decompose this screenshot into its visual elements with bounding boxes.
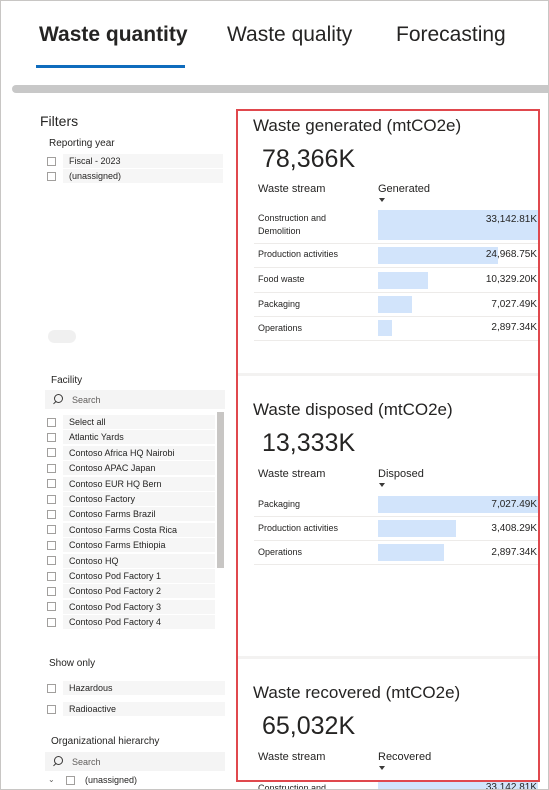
checkbox[interactable] — [47, 479, 56, 489]
checkbox[interactable] — [47, 509, 56, 519]
checkbox[interactable] — [47, 571, 56, 581]
checkbox[interactable] — [47, 417, 56, 427]
facility-option[interactable]: Select all — [47, 415, 215, 429]
facility-option[interactable]: Contoso Africa HQ Nairobi — [47, 445, 215, 460]
facility-option[interactable]: Contoso Pod Factory 3 — [47, 599, 215, 614]
highlight-box — [236, 109, 540, 782]
facility-list-scrollbar[interactable] — [217, 412, 224, 568]
checkbox[interactable] — [47, 494, 56, 504]
checkbox[interactable] — [47, 617, 56, 627]
facility-option[interactable]: Contoso EUR HQ Bern — [47, 476, 215, 491]
horizontal-scrollbar[interactable] — [12, 85, 548, 93]
checkbox[interactable] — [47, 171, 56, 181]
active-tab-indicator — [36, 65, 185, 68]
checkbox[interactable] — [47, 432, 56, 442]
checkbox[interactable] — [47, 704, 56, 714]
checkbox[interactable] — [47, 556, 56, 566]
tab-forecasting[interactable]: Forecasting — [396, 23, 506, 47]
report-canvas: Waste quantity Waste quality Forecasting… — [0, 0, 549, 790]
checkbox[interactable] — [47, 586, 56, 596]
checkbox[interactable] — [47, 156, 56, 166]
chevron-down-icon[interactable]: ⌄ — [48, 776, 56, 784]
facility-option[interactable]: Atlantic Yards — [47, 430, 215, 445]
slicer-pill — [48, 330, 76, 343]
checkbox[interactable] — [47, 540, 56, 550]
facility-option[interactable]: Contoso Pod Factory 2 — [47, 584, 215, 599]
facility-option[interactable]: Contoso HQ — [47, 553, 215, 568]
reporting-year-option[interactable]: Fiscal - 2023 — [47, 154, 223, 168]
search-icon — [52, 393, 64, 406]
waste-stream-label: Construction and — [258, 783, 327, 790]
facility-search-input[interactable]: Search — [45, 390, 225, 409]
facility-option[interactable]: Contoso Farms Brazil — [47, 507, 215, 522]
org-hierarchy-item[interactable]: ⌄ (unassigned) — [48, 775, 137, 785]
facility-option[interactable]: Contoso APAC Japan — [47, 461, 215, 476]
show-only-option[interactable]: Radioactive — [47, 702, 225, 716]
filters-title: Filters — [40, 113, 79, 129]
org-hierarchy-search-input[interactable]: Search — [45, 752, 225, 771]
value-label: 33,142.81K — [485, 782, 537, 790]
facility-option[interactable]: Contoso Farms Costa Rica — [47, 522, 215, 537]
checkbox[interactable] — [47, 602, 56, 612]
tab-waste-quantity[interactable]: Waste quantity — [39, 23, 188, 47]
facility-option[interactable]: Contoso Pod Factory 4 — [47, 615, 215, 630]
reporting-year-option[interactable]: (unassigned) — [47, 169, 223, 183]
tab-waste-quality[interactable]: Waste quality — [227, 23, 352, 47]
facility-label: Facility — [51, 375, 83, 386]
show-only-label: Show only — [49, 658, 96, 669]
show-only-option[interactable]: Hazardous — [47, 681, 225, 695]
checkbox[interactable] — [47, 525, 56, 535]
checkbox[interactable] — [47, 463, 56, 473]
checkbox[interactable] — [47, 683, 56, 693]
org-hierarchy-label: Organizational hierarchy — [51, 736, 160, 747]
search-icon — [52, 755, 64, 768]
facility-option[interactable]: Contoso Farms Ethiopia — [47, 538, 215, 553]
facility-option[interactable]: Contoso Factory — [47, 492, 215, 506]
checkbox[interactable] — [47, 448, 56, 458]
reporting-year-label: Reporting year — [49, 138, 115, 149]
checkbox[interactable] — [66, 775, 75, 785]
facility-option[interactable]: Contoso Pod Factory 1 — [47, 569, 215, 583]
